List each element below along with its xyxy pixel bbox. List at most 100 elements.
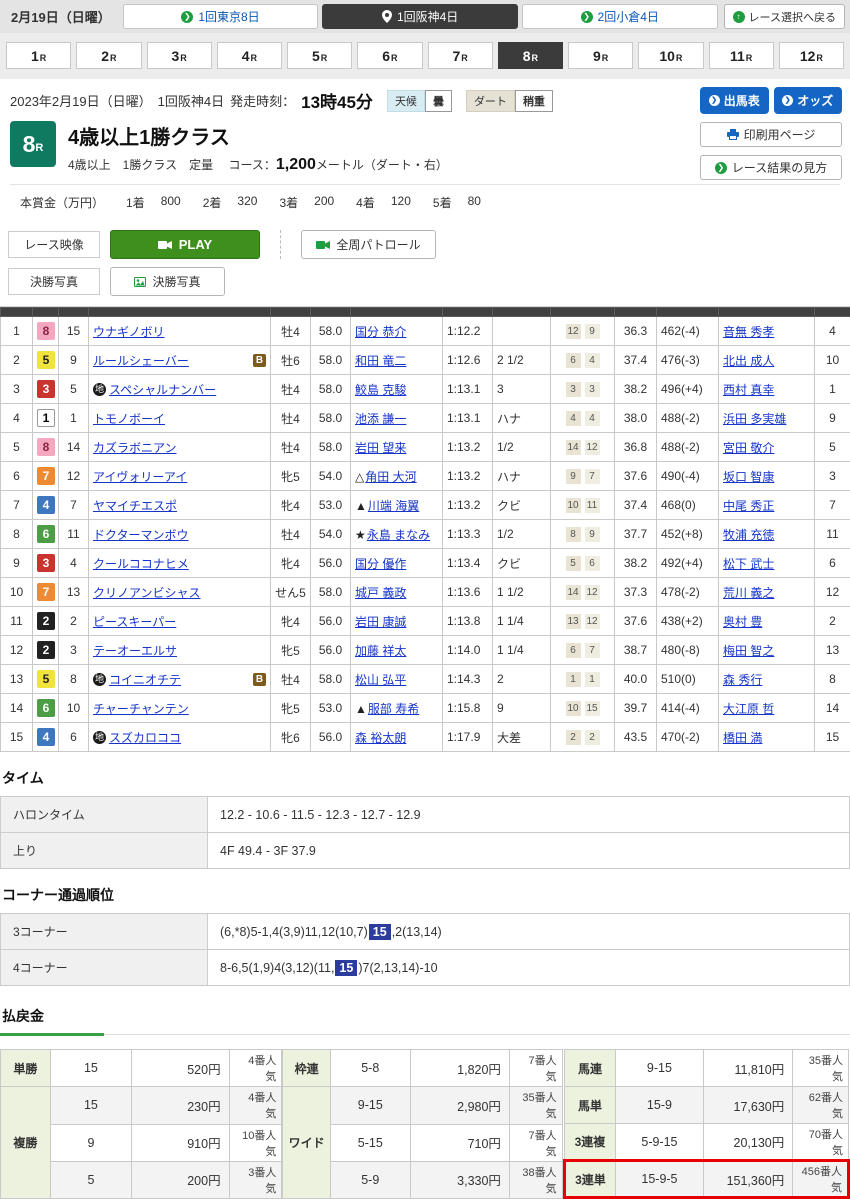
horse-name-link[interactable]: コイニオチテ: [109, 671, 181, 688]
trainer-link[interactable]: 坂口 智康: [723, 470, 774, 484]
trainer-link[interactable]: 梅田 智之: [723, 644, 774, 658]
horse-name-link[interactable]: クリノアンビシャス: [93, 584, 201, 601]
trainer-cell: 音無 秀孝: [719, 317, 815, 346]
jockey-link[interactable]: 和田 竜二: [355, 354, 406, 368]
horse-name-link[interactable]: クールココナヒメ: [93, 555, 189, 572]
jockey-link[interactable]: 森 裕太朗: [355, 731, 406, 745]
trainer-link[interactable]: 浜田 多実雄: [723, 412, 786, 426]
carried-weight: 56.0: [311, 636, 351, 665]
race-tab[interactable]: 11 R: [709, 42, 774, 69]
play-button-label: PLAY: [179, 237, 212, 252]
bracket-number-cell: 2: [33, 636, 59, 665]
jockey-link[interactable]: 永島 まなみ: [367, 528, 430, 542]
corner-row-value: 8-6,5(1,9)4(3,12)(11,15)7(2,13,14)-10: [208, 950, 850, 986]
entry-table-button[interactable]: ❯ 出馬表: [700, 87, 769, 114]
sex-age: 牡6: [271, 346, 311, 375]
arrow-circle-icon: ❯: [709, 95, 720, 106]
race-tab[interactable]: 8 R: [498, 42, 563, 69]
race-tab[interactable]: 1 R: [6, 42, 71, 69]
trainer-link[interactable]: 音無 秀孝: [723, 325, 774, 339]
result-row: 3 3 5 地 スペシャルナンバー 牡4 58.0 鮫島 克駿 1:13.1 3…: [1, 375, 850, 404]
jockey-link[interactable]: 城戸 義政: [355, 586, 406, 600]
horse-name-link[interactable]: ピースキーパー: [93, 613, 176, 630]
payout-amount: 17,630円: [703, 1087, 793, 1124]
horse-name-link[interactable]: テーオーエルサ: [93, 642, 177, 659]
win-popularity: 3: [815, 462, 850, 491]
horse-weight: 462(-4): [657, 317, 719, 346]
trainer-cell: 松下 武士: [719, 549, 815, 578]
trainer-link[interactable]: 松下 武士: [723, 557, 774, 571]
corner4-position: 12: [585, 585, 600, 600]
track-condition-badge: ダート 稍重: [466, 90, 553, 112]
trainer-link[interactable]: 森 秀行: [723, 673, 762, 687]
odds-button[interactable]: ❯ オッズ: [774, 87, 843, 114]
payout-combination: 15-9: [616, 1087, 703, 1124]
result-row: 10 7 13 クリノアンビシャス せん5 58.0 城戸 義政 1:13.6 …: [1, 578, 850, 607]
jockey-link[interactable]: 国分 優作: [355, 557, 406, 571]
corner4-position: 9: [585, 527, 600, 542]
finish-photo-button[interactable]: 決勝写真: [110, 267, 225, 296]
win-popularity: 2: [815, 607, 850, 636]
horse-name-link[interactable]: スズカロココ: [109, 729, 181, 746]
jockey-link[interactable]: 岩田 望来: [355, 441, 406, 455]
race-tab[interactable]: 6 R: [357, 42, 422, 69]
jockey-link[interactable]: 岩田 康誠: [355, 615, 406, 629]
patrol-video-button[interactable]: 全周パトロール: [301, 230, 436, 259]
horse-name-link[interactable]: ドクターマンボウ: [93, 526, 189, 543]
corner-positions-cell: 11: [551, 665, 615, 694]
horse-name-link[interactable]: スペシャルナンバー: [109, 381, 216, 398]
race-tab[interactable]: 10 R: [638, 42, 703, 69]
horse-name-link[interactable]: ウナギノボリ: [93, 323, 165, 340]
horse-name-link[interactable]: チャーチャンテン: [93, 700, 189, 717]
jockey-link[interactable]: 川端 海翼: [368, 499, 419, 513]
meeting-name: 1回阪神4日: [158, 91, 224, 110]
trainer-link[interactable]: 大江原 哲: [723, 702, 774, 716]
meeting-tab[interactable]: ❯ 2回小倉4日: [522, 4, 718, 29]
trainer-link[interactable]: 中尾 秀正: [723, 499, 774, 513]
trainer-link[interactable]: 奥村 豊: [723, 615, 762, 629]
race-tab[interactable]: 2 R: [76, 42, 141, 69]
race-tab[interactable]: 9 R: [568, 42, 633, 69]
trainer-link[interactable]: 橋田 満: [723, 731, 762, 745]
jockey-link[interactable]: 鮫島 克駿: [355, 383, 406, 397]
horse-name-link[interactable]: ルールシェーバー: [93, 352, 189, 369]
trainer-link[interactable]: 北出 成人: [723, 354, 774, 368]
bracket-number: 6: [37, 525, 55, 543]
jockey-link[interactable]: 加藤 祥太: [355, 644, 406, 658]
trainer-link[interactable]: 荒川 義之: [723, 586, 774, 600]
race-tab[interactable]: 4 R: [217, 42, 282, 69]
finish-position: 5: [1, 433, 33, 462]
race-tab[interactable]: 3 R: [147, 42, 212, 69]
time-row: ハロンタイム 12.2 - 10.6 - 11.5 - 12.3 - 12.7 …: [1, 797, 850, 833]
jockey-link[interactable]: 池添 謙一: [355, 412, 406, 426]
print-page-button[interactable]: 印刷用ページ: [700, 122, 842, 147]
horse-name-link[interactable]: カズラボニアン: [93, 439, 177, 456]
trainer-link[interactable]: 宮田 敬介: [723, 441, 774, 455]
finish-time: 1:17.9: [443, 723, 493, 752]
win-popularity: 7: [815, 491, 850, 520]
horse-name-link[interactable]: ヤマイチエスポ: [93, 497, 177, 514]
jockey-link[interactable]: 国分 恭介: [355, 325, 406, 339]
jockey-link[interactable]: 松山 弘平: [355, 673, 406, 687]
jockey-link[interactable]: 角田 大河: [365, 470, 416, 484]
race-title: 4歳以上1勝クラス: [68, 121, 448, 150]
result-row: 8 6 11 ドクターマンボウ 牡4 54.0 ★永島 まなみ 1:13.3 1…: [1, 520, 850, 549]
horse-name-link[interactable]: トモノボーイ: [93, 410, 165, 427]
horse-name-link[interactable]: アイヴォリーアイ: [93, 468, 187, 485]
meeting-tab[interactable]: ❯ 1回阪神4日: [322, 4, 518, 29]
play-button[interactable]: PLAY: [110, 230, 260, 259]
trainer-link[interactable]: 西村 真幸: [723, 383, 774, 397]
race-tab[interactable]: 5 R: [287, 42, 352, 69]
trainer-cell: 西村 真幸: [719, 375, 815, 404]
finish-time: 1:14.0: [443, 636, 493, 665]
race-tab[interactable]: 7 R: [428, 42, 493, 69]
meeting-tab[interactable]: ❯ 1回東京8日: [123, 4, 319, 29]
trainer-link[interactable]: 牧浦 充徳: [723, 528, 774, 542]
jockey-cell: ▲服部 寿希: [351, 694, 443, 723]
bracket-number: 4: [37, 496, 55, 514]
race-tab[interactable]: 12 R: [779, 42, 844, 69]
back-to-race-select-button[interactable]: ↑ レース選択へ戻る: [724, 4, 845, 29]
payout-popularity: 7番人気: [509, 1050, 562, 1087]
results-guide-button[interactable]: ❯ レース結果の見方: [700, 155, 842, 180]
jockey-link[interactable]: 服部 寿希: [368, 702, 419, 716]
